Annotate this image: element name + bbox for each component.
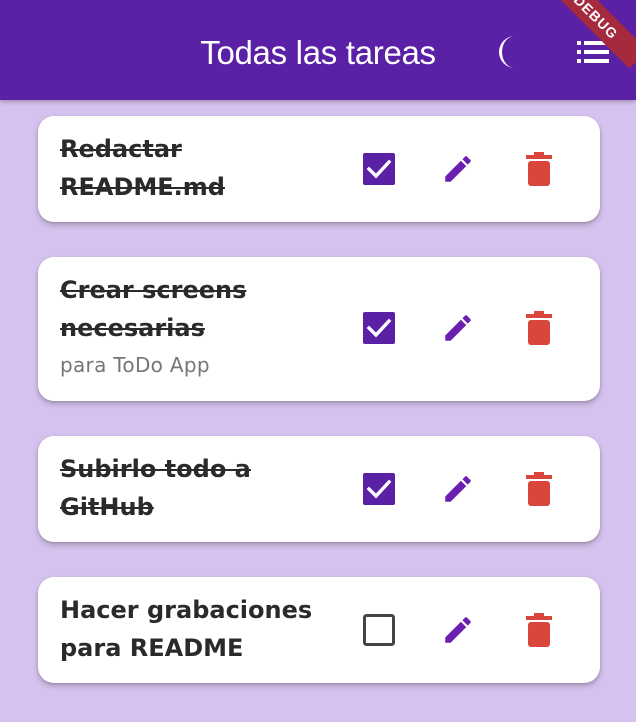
trash-icon: [526, 311, 552, 345]
task-card[interactable]: Hacer grabaciones para README: [38, 577, 600, 683]
task-text: Crear screens necesarias para ToDo App: [60, 271, 350, 379]
task-text: Redactar README.md: [60, 130, 350, 206]
edit-task-button[interactable]: [440, 310, 476, 346]
task-checkbox[interactable]: [362, 152, 396, 186]
edit-task-button[interactable]: [440, 471, 476, 507]
delete-task-button[interactable]: [522, 612, 556, 648]
page-title: Todas las tareas: [200, 34, 436, 71]
checkbox-checked-icon: [363, 153, 395, 185]
delete-task-button[interactable]: [522, 151, 556, 187]
task-title: Subirlo todo a GitHub: [60, 455, 251, 521]
task-checkbox[interactable]: [362, 311, 396, 345]
pencil-icon: [445, 156, 471, 182]
pencil-icon: [445, 315, 471, 341]
pencil-icon: [445, 476, 471, 502]
checkbox-checked-icon: [363, 473, 395, 505]
trash-icon: [526, 472, 552, 506]
task-subtitle: para ToDo App: [60, 353, 210, 377]
task-text: Hacer grabaciones para README: [60, 591, 350, 667]
app-bar: Todas las tareas DEBUG: [0, 0, 636, 100]
task-title: Redactar README.md: [60, 135, 225, 201]
trash-icon: [526, 152, 552, 186]
moon-icon: [499, 36, 515, 68]
task-checkbox[interactable]: [362, 613, 396, 647]
task-title: Hacer grabaciones para README: [60, 596, 313, 662]
task-card[interactable]: Subirlo todo a GitHub: [38, 436, 600, 542]
task-title: Crear screens necesarias: [60, 276, 247, 342]
edit-task-button[interactable]: [440, 151, 476, 187]
edit-task-button[interactable]: [440, 612, 476, 648]
task-card[interactable]: Redactar README.md: [38, 116, 600, 222]
delete-task-button[interactable]: [522, 310, 556, 346]
task-checkbox[interactable]: [362, 472, 396, 506]
pencil-icon: [445, 617, 471, 643]
task-card[interactable]: Crear screens necesarias para ToDo App: [38, 257, 600, 401]
trash-icon: [526, 613, 552, 647]
checkbox-unchecked-icon: [363, 614, 395, 646]
theme-toggle-button[interactable]: [490, 30, 534, 74]
checkbox-checked-icon: [363, 312, 395, 344]
delete-task-button[interactable]: [522, 471, 556, 507]
task-text: Subirlo todo a GitHub: [60, 450, 350, 526]
